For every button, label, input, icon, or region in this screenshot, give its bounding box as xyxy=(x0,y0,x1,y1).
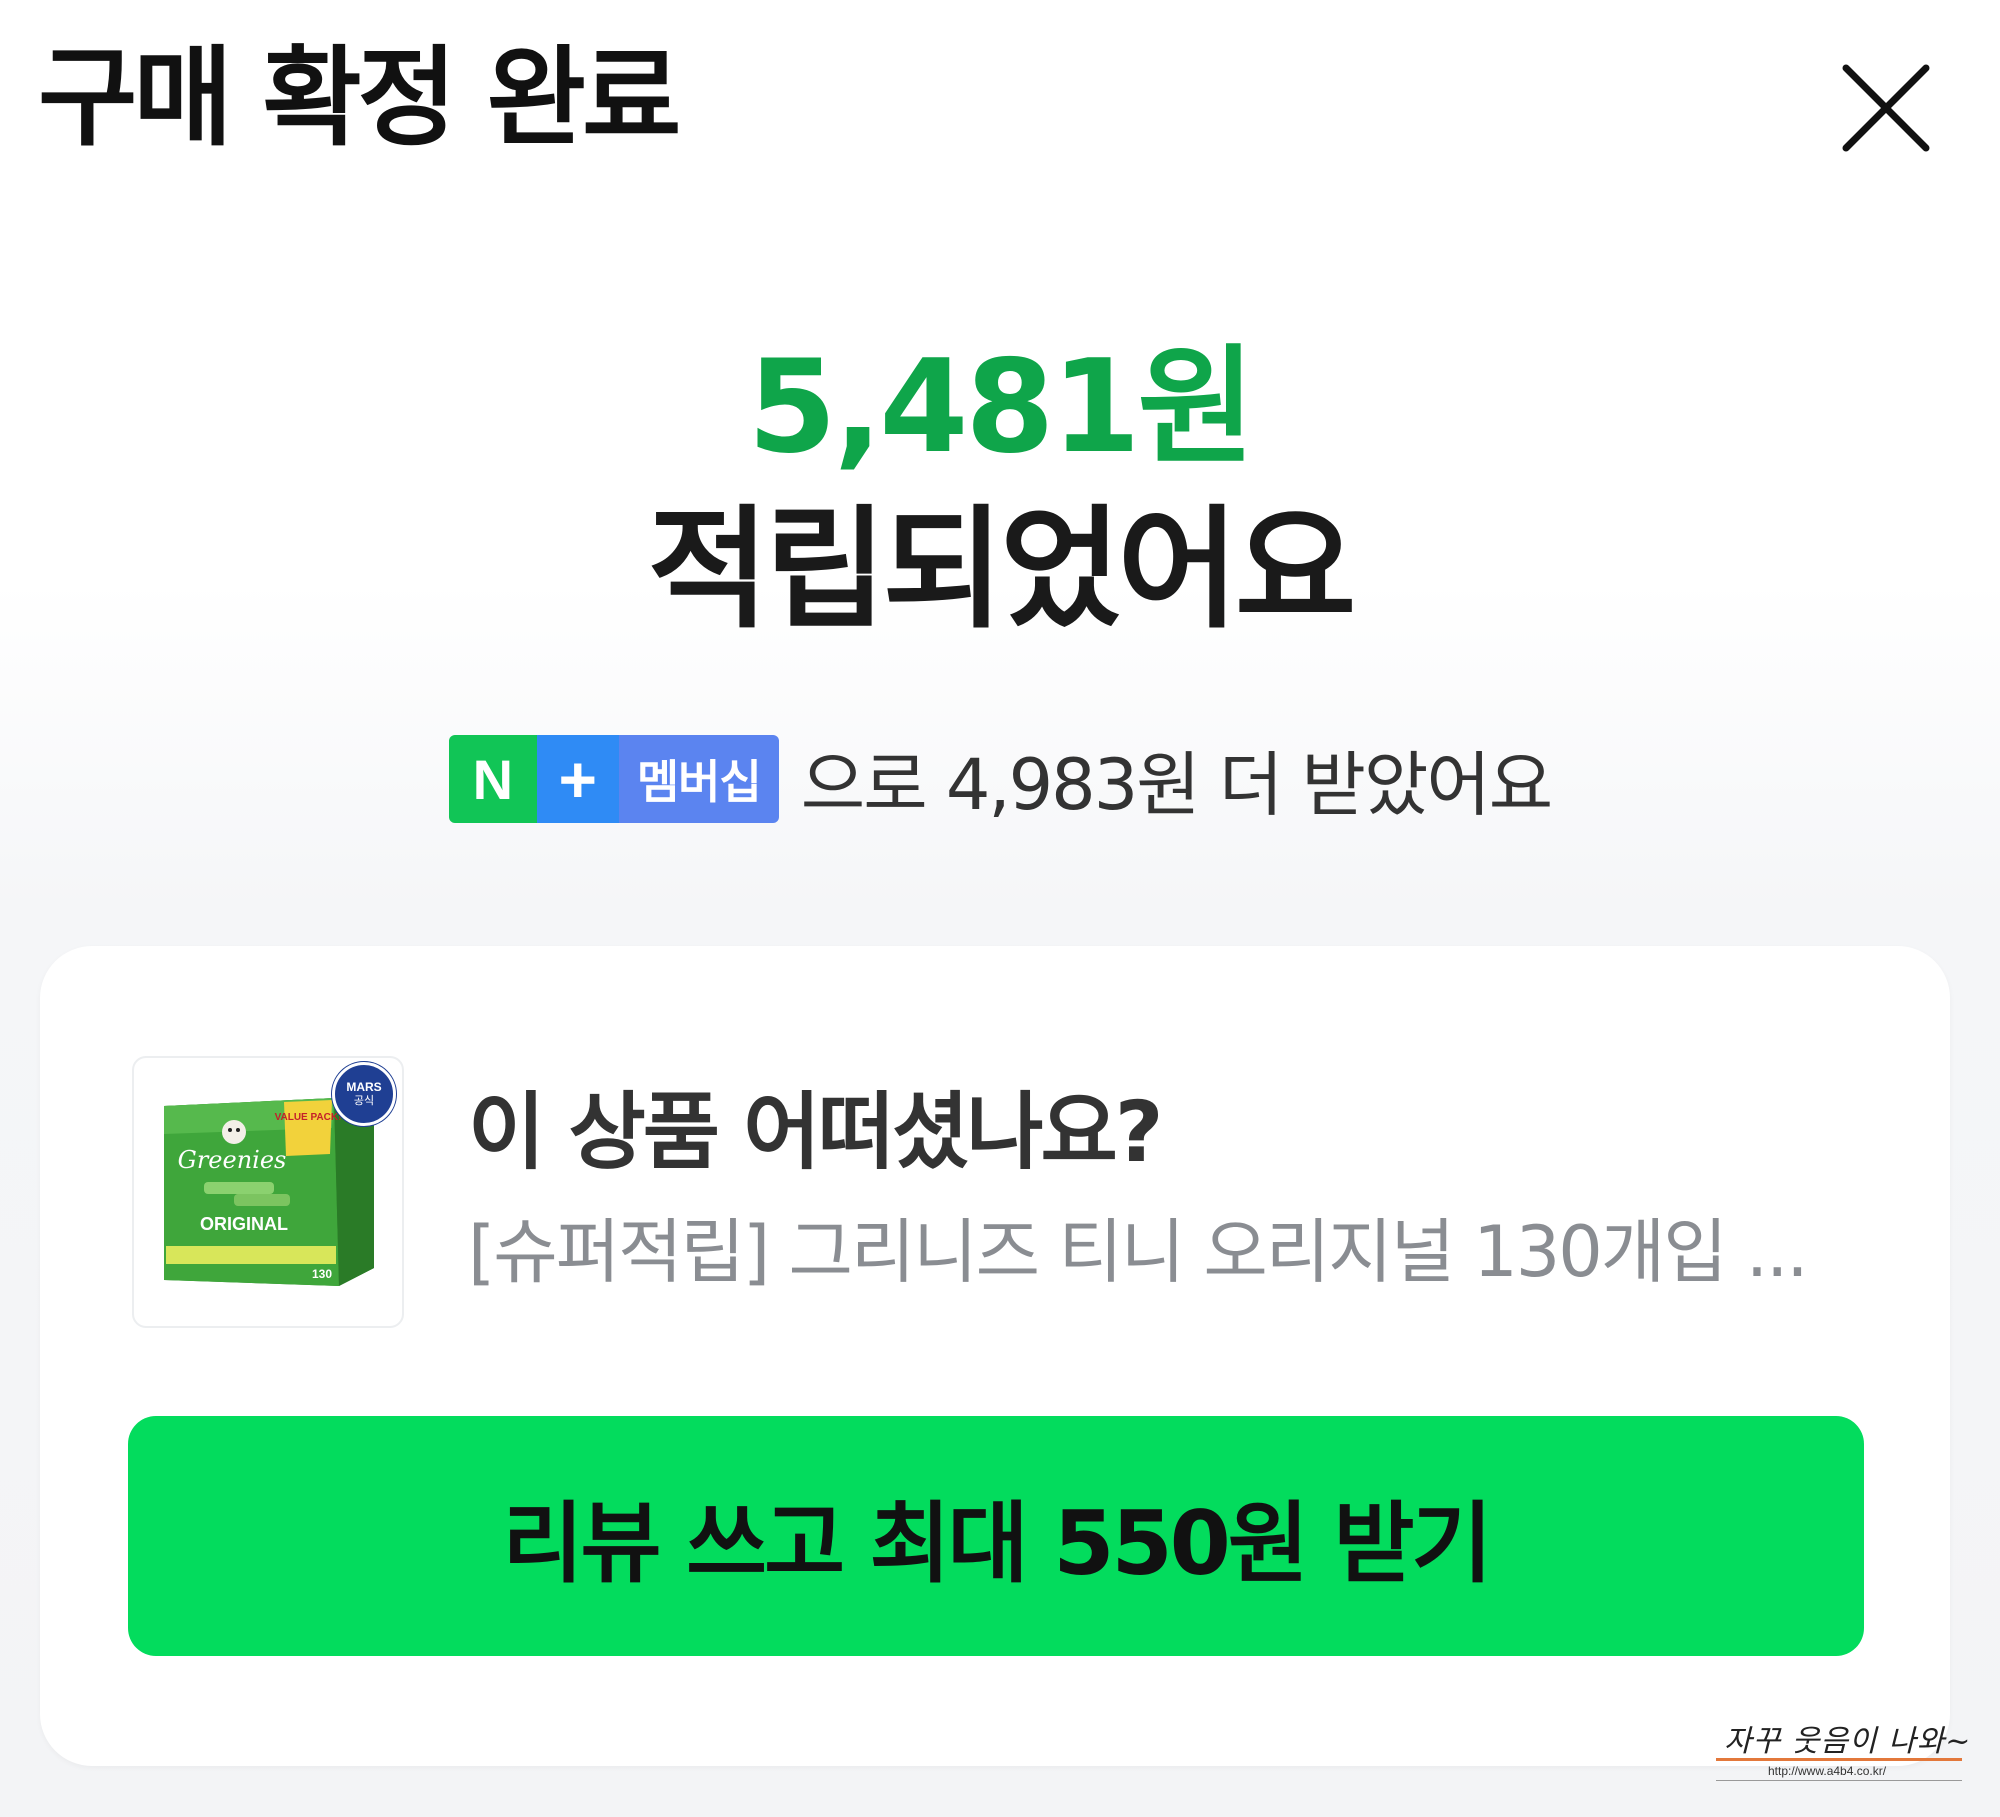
count-label: 130 xyxy=(312,1267,332,1281)
official-label: 공식 xyxy=(353,1094,375,1107)
watermark-divider xyxy=(1716,1758,1962,1761)
close-button[interactable] xyxy=(1838,60,1934,156)
mars-label: MARS xyxy=(346,1080,382,1095)
reward-message: 적립되었어요 xyxy=(647,493,1357,647)
review-card: VALUE PACK! Greenies ORIGINAL 130 MARS 공… xyxy=(40,946,1950,1766)
badge-label: 멤버십 xyxy=(618,735,779,823)
product-name[interactable]: [슈퍼적립] 그리니즈 티니 오리지널 130개입 ... xyxy=(468,1214,1888,1291)
badge-n: N xyxy=(448,735,537,823)
product-thumbnail[interactable]: VALUE PACK! Greenies ORIGINAL 130 MARS 공… xyxy=(132,1056,404,1328)
mars-official-badge: MARS 공식 xyxy=(332,1062,396,1126)
watermark-text: 자꾸 웃음이 나와~ xyxy=(1724,1724,1972,1759)
write-review-button[interactable]: 리뷰 쓰고 최대 550원 받기 xyxy=(128,1416,1864,1656)
reward-amount: 5,481원 xyxy=(747,333,1256,482)
variant-label: ORIGINAL xyxy=(200,1214,288,1234)
badge-plus: + xyxy=(536,735,619,823)
page-title: 구매 확정 완료 xyxy=(38,36,681,161)
membership-bonus-text: 으로 4,983원 더 받았어요 xyxy=(800,743,1553,826)
membership-bonus-row: N + 멤버십 으로 4,983원 더 받았어요 xyxy=(0,734,2000,826)
close-icon xyxy=(1842,64,1930,152)
brand-label: Greenies xyxy=(178,1146,287,1174)
watermark-underline xyxy=(1716,1780,1962,1781)
watermark: 자꾸 웃음이 나와~ http://www.a4b4.co.kr/ xyxy=(1716,1716,1970,1781)
naver-plus-membership-badge: N + 멤버십 xyxy=(448,735,779,823)
review-question: 이 상품 어떠셨나요? xyxy=(468,1083,1163,1181)
value-pack-tag: VALUE PACK! xyxy=(275,1112,342,1123)
watermark-url: http://www.a4b4.co.kr/ xyxy=(1768,1764,1887,1778)
